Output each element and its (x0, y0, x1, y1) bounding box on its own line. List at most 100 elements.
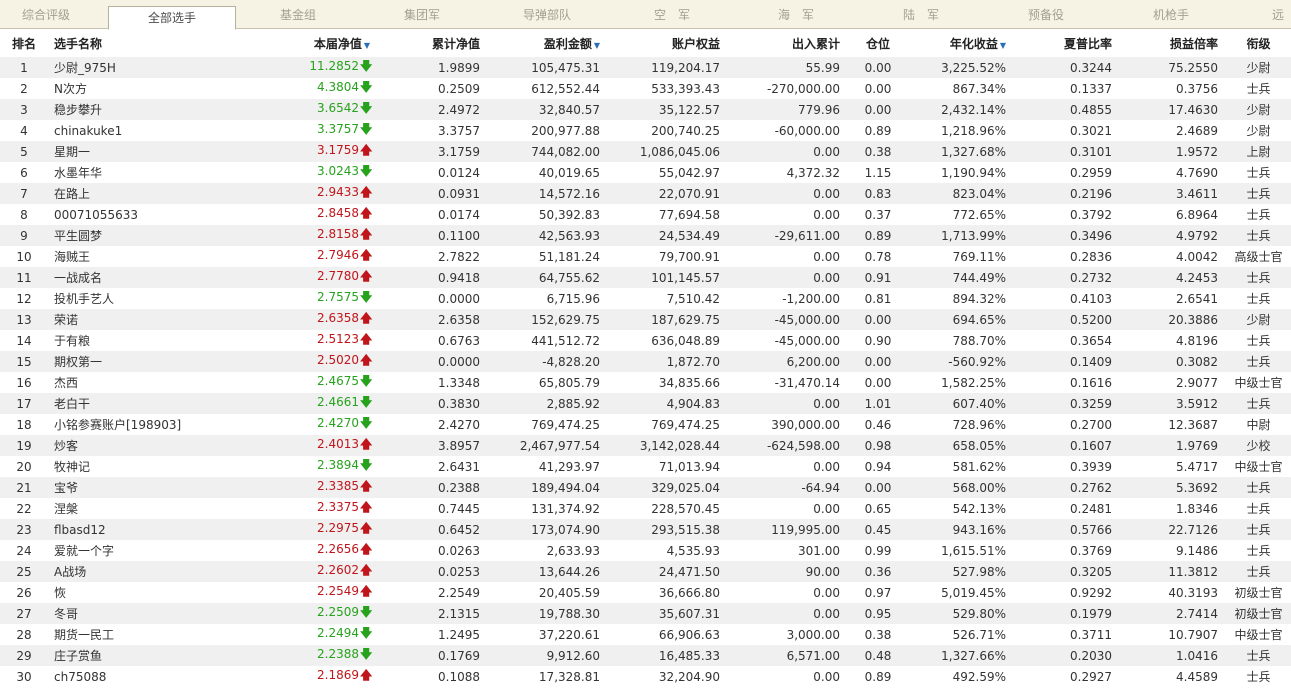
table-row[interactable]: 25 A战场 2.2602🡅 0.0253 13,644.26 24,471.50 90.0… (0, 561, 1291, 582)
cell-current-nav: 2.2388🡇 (206, 645, 378, 666)
col-header-annual-return[interactable]: 年化收益 ▼ (908, 29, 1014, 57)
cell-player-name[interactable]: 一战成名 (48, 267, 206, 288)
table-row[interactable]: 14 于有粮 2.5123🡅 0.6763 441,512.72 636,048.89 -4… (0, 330, 1291, 351)
col-header-position[interactable]: 仓位 (848, 29, 908, 57)
cell-profit: 41,293.97 (488, 456, 608, 477)
table-row[interactable]: 21 宝爷 2.3385🡅 0.2388 189,494.04 329,025.04 -64… (0, 477, 1291, 498)
table-row[interactable]: 12 投机手艺人 2.7575🡇 0.0000 6,715.96 7,510.42 -1,2… (0, 288, 1291, 309)
col-header-profit[interactable]: 盈利金额 ▼ (488, 29, 608, 57)
cell-player-name[interactable]: 海贼王 (48, 246, 206, 267)
cell-player-name[interactable]: 少尉_975H (48, 57, 206, 78)
cell-rank: 6 (0, 162, 48, 183)
cell-sharpe: 0.1409 (1014, 351, 1120, 372)
cell-player-name[interactable]: chinakuke1 (48, 120, 206, 141)
cell-player-name[interactable]: 牧神记 (48, 456, 206, 477)
table-row[interactable]: 22 涅槃 2.3375🡅 0.7445 131,374.92 228,570.45 0.0… (0, 498, 1291, 519)
table-row[interactable]: 13 荣诺 2.6358🡅 2.6358 152,629.75 187,629.75 -45… (0, 309, 1291, 330)
cell-profit: 105,475.31 (488, 57, 608, 78)
rankings-table: 排名 选手名称 本届净值 ▼ 累计净值 盈利金额 ▼ 账户权益 出入累计 仓位 年化… (0, 29, 1291, 687)
nav-value: 2.3385 (317, 479, 359, 493)
cell-player-name[interactable]: 期货一民工 (48, 624, 206, 645)
cell-sharpe: 0.2732 (1014, 267, 1120, 288)
table-row[interactable]: 4 chinakuke1 3.3757🡇 3.3757 200,977.88 200,74… (0, 120, 1291, 141)
table-row[interactable]: 3 稳步攀升 3.6542🡇 2.4972 32,840.57 35,122.57 779.… (0, 99, 1291, 120)
cell-player-name[interactable]: 稳步攀升 (48, 99, 206, 120)
table-row[interactable]: 16 杰西 2.4675🡇 1.3348 65,805.79 34,835.66 -31,4… (0, 372, 1291, 393)
table-row[interactable]: 8 00071055633 2.8458🡅 0.0174 50,392.83 77,694… (0, 204, 1291, 225)
col-header-cumulative-nav[interactable]: 累计净值 (378, 29, 488, 57)
cell-player-name[interactable]: 投机手艺人 (48, 288, 206, 309)
table-row[interactable]: 15 期权第一 2.5020🡅 0.0000 -4,828.20 1,872.70 6,20… (0, 351, 1291, 372)
table-row[interactable]: 11 一战成名 2.7780🡅 0.9418 64,755.62 101,145.57 0.… (0, 267, 1291, 288)
table-row[interactable]: 17 老白干 2.4661🡇 0.3830 2,885.92 4,904.83 0.00 1.… (0, 393, 1291, 414)
cell-player-name[interactable]: 老白干 (48, 393, 206, 414)
tab-overall-rating[interactable]: 综合评级 (0, 0, 92, 28)
table-row[interactable]: 28 期货一民工 2.2494🡇 1.2495 37,220.61 66,906.63 3,… (0, 624, 1291, 645)
cell-player-name[interactable]: A战场 (48, 561, 206, 582)
table-row[interactable]: 29 庄子赏鱼 2.2388🡇 0.1769 9,912.60 16,485.33 6,57… (0, 645, 1291, 666)
cell-player-name[interactable]: 星期一 (48, 141, 206, 162)
cell-player-name[interactable]: 平生圆梦 (48, 225, 206, 246)
table-row[interactable]: 30 ch75088 2.1869🡅 0.1088 17,328.81 32,204.90… (0, 666, 1291, 687)
col-header-rank-title[interactable]: 衔级 (1226, 29, 1291, 57)
tab-army[interactable]: 陆 军 (858, 0, 984, 28)
tab-more-truncated[interactable]: 远 (1272, 0, 1291, 28)
cell-player-name[interactable]: 荣诺 (48, 309, 206, 330)
cell-player-name[interactable]: 恢 (48, 582, 206, 603)
table-row[interactable]: 1 少尉_975H 11.2852🡇 1.9899 105,475.31 119,204.… (0, 57, 1291, 78)
cell-player-name[interactable]: 庄子赏鱼 (48, 645, 206, 666)
col-header-rank[interactable]: 排名 (0, 29, 48, 57)
cell-player-name[interactable]: 冬哥 (48, 603, 206, 624)
table-row[interactable]: 2 N次方 4.3804🡇 0.2509 612,552.44 533,393.43 -27… (0, 78, 1291, 99)
tab-all-players[interactable]: 全部选手 (108, 6, 236, 30)
cell-pl-ratio: 1.0416 (1120, 645, 1226, 666)
cell-player-name[interactable]: 在路上 (48, 183, 206, 204)
cell-player-name[interactable]: 期权第一 (48, 351, 206, 372)
cell-sharpe: 0.3711 (1014, 624, 1120, 645)
cell-annual-return: 943.16% (908, 519, 1014, 540)
tab-missile-force[interactable]: 导弹部队 (484, 0, 610, 28)
table-row[interactable]: 6 水墨年华 3.0243🡇 0.0124 40,019.65 55,042.97 4,37… (0, 162, 1291, 183)
col-header-equity[interactable]: 账户权益 (608, 29, 728, 57)
table-row[interactable]: 7 在路上 2.9433🡅 0.0931 14,572.16 22,070.91 0.00 0… (0, 183, 1291, 204)
cell-player-name[interactable]: 炒客 (48, 435, 206, 456)
cell-player-name[interactable]: 杰西 (48, 372, 206, 393)
cell-player-name[interactable]: N次方 (48, 78, 206, 99)
cell-player-name[interactable]: 宝爷 (48, 477, 206, 498)
table-row[interactable]: 23 flbasd12 2.2975🡅 0.6452 173,074.90 293,515… (0, 519, 1291, 540)
cell-player-name[interactable]: flbasd12 (48, 519, 206, 540)
table-row[interactable]: 9 平生圆梦 2.8158🡅 0.1100 42,563.93 24,534.49 -29,… (0, 225, 1291, 246)
cell-cumulative-nav: 0.3830 (378, 393, 488, 414)
col-header-pl-ratio[interactable]: 损益倍率 (1120, 29, 1226, 57)
col-header-net-flow[interactable]: 出入累计 (728, 29, 848, 57)
table-row[interactable]: 20 牧神记 2.3894🡇 2.6431 41,293.97 71,013.94 0.00… (0, 456, 1291, 477)
cell-pl-ratio: 10.7907 (1120, 624, 1226, 645)
cell-profit: 769,474.25 (488, 414, 608, 435)
tab-reserve[interactable]: 预备役 (984, 0, 1108, 28)
table-row[interactable]: 18 小铭参赛账户[198903] 2.4270🡇 2.4270 769,474.25 7… (0, 414, 1291, 435)
table-row[interactable]: 24 爱就一个字 2.2656🡅 0.0263 2,633.93 4,535.93 301.… (0, 540, 1291, 561)
cell-sharpe: 0.3101 (1014, 141, 1120, 162)
cell-player-name[interactable]: 涅槃 (48, 498, 206, 519)
cell-player-name[interactable]: 水墨年华 (48, 162, 206, 183)
table-row[interactable]: 26 恢 2.2549🡅 2.2549 20,405.59 36,666.80 0.00 0.… (0, 582, 1291, 603)
table-row[interactable]: 27 冬哥 2.2509🡇 2.1315 19,788.30 35,607.31 0.00 0… (0, 603, 1291, 624)
table-row[interactable]: 19 炒客 2.4013🡅 3.8957 2,467,977.54 3,142,028.4… (0, 435, 1291, 456)
cell-net-flow: -29,611.00 (728, 225, 848, 246)
table-row[interactable]: 5 星期一 3.1759🡅 3.1759 744,082.00 1,086,045.06 0… (0, 141, 1291, 162)
tab-fund-group[interactable]: 基金组 (236, 0, 360, 28)
col-header-player-name[interactable]: 选手名称 (48, 29, 206, 57)
cell-player-name[interactable]: 于有粮 (48, 330, 206, 351)
cell-player-name[interactable]: ch75088 (48, 666, 206, 687)
col-header-sharpe[interactable]: 夏普比率 (1014, 29, 1120, 57)
cell-player-name[interactable]: 爱就一个字 (48, 540, 206, 561)
cell-net-flow: 0.00 (728, 246, 848, 267)
tab-group-army[interactable]: 集团军 (360, 0, 484, 28)
table-row[interactable]: 10 海贼王 2.7946🡅 2.7822 51,181.24 79,700.91 0.00… (0, 246, 1291, 267)
col-header-current-nav[interactable]: 本届净值 ▼ (206, 29, 378, 57)
cell-player-name[interactable]: 00071055633 (48, 204, 206, 225)
tab-air-force[interactable]: 空 军 (610, 0, 734, 28)
tab-navy[interactable]: 海 军 (734, 0, 858, 28)
cell-player-name[interactable]: 小铭参赛账户[198903] (48, 414, 206, 435)
tab-machine-gunner[interactable]: 机枪手 (1108, 0, 1234, 28)
